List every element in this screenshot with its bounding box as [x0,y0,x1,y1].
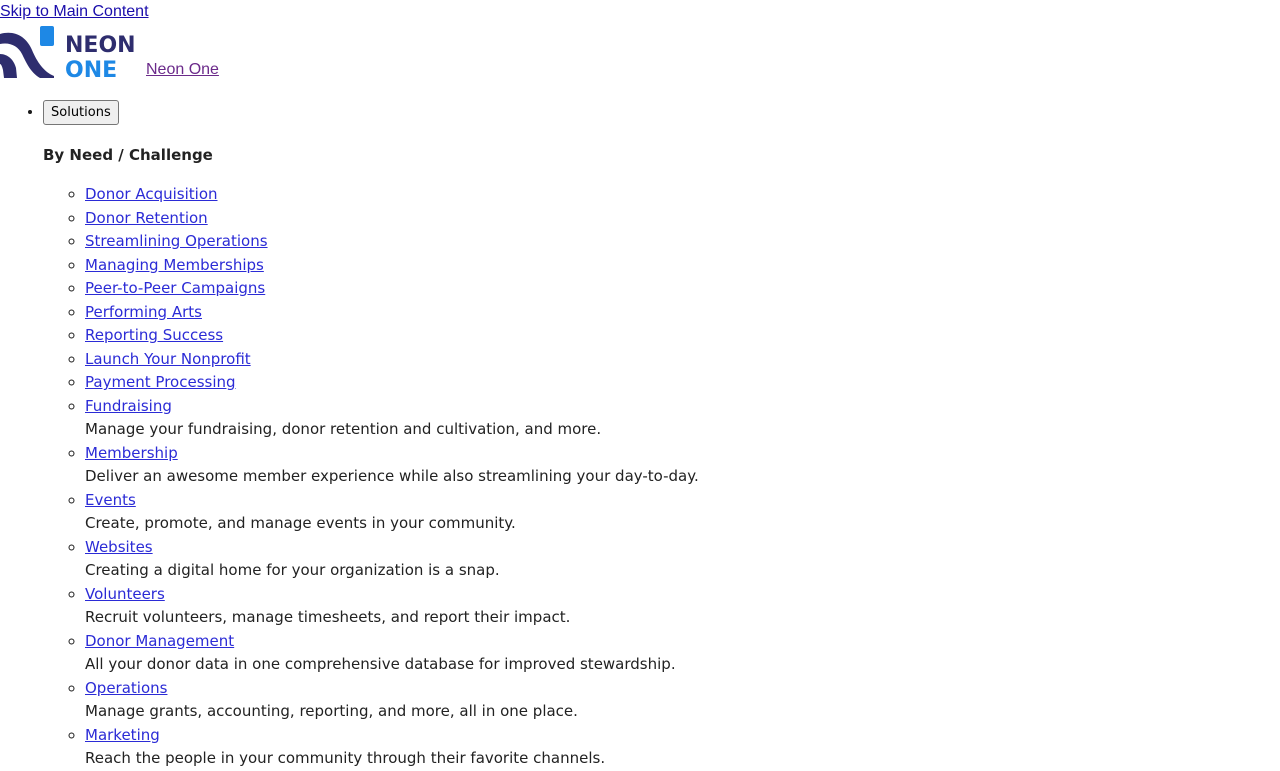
logo-word-one: ONE [65,58,117,80]
submenu-link[interactable]: Events [85,491,136,509]
submenu-item: Fundraising Manage your fundraising, dono… [85,395,699,442]
submenu-item: Events Create, promote, and manage events… [85,489,699,536]
submenu-item: Launch Your Nonprofit [85,348,699,372]
solutions-submenu: Donor Acquisition Donor Retention Streamli… [43,183,699,771]
neon-one-logo-icon: NEON ONE [0,26,136,80]
submenu-description: Deliver an awesome member experience whi… [85,467,699,485]
submenu-item: Operations Manage grants, accounting, rep… [85,677,699,724]
submenu-link[interactable]: Streamlining Operations [85,232,268,250]
site-logo[interactable]: NEON ONE Neon One [0,22,219,80]
submenu-item: Websites Creating a digital home for your… [85,536,699,583]
solutions-button[interactable]: Solutions [43,100,119,125]
submenu-link[interactable]: Donor Acquisition [85,185,218,203]
nav-item-solutions: Solutions By Need / Challenge Donor Acqu… [43,100,699,771]
submenu-item: Membership Deliver an awesome member expe… [85,442,699,489]
submenu-item: Donor Management All your donor data in o… [85,630,699,677]
submenu-link[interactable]: Performing Arts [85,303,202,321]
submenu-item: Donor Retention [85,207,699,231]
submenu-description: Manage your fundraising, donor retention… [85,420,602,438]
skip-to-main-link[interactable]: Skip to Main Content [0,2,149,22]
submenu-description: All your donor data in one comprehensive… [85,655,676,673]
home-link[interactable]: Neon One [146,60,219,80]
group-heading: By Need / Challenge [43,146,213,164]
submenu-item: Volunteers Recruit volunteers, manage tim… [85,583,699,630]
submenu-item: Managing Memberships [85,254,699,278]
submenu-item: Marketing Reach the people in your commun… [85,724,699,771]
logo-word-neon: NEON [65,33,136,58]
main-nav: Solutions By Need / Challenge Donor Acqu… [0,100,699,771]
submenu-link[interactable]: Fundraising [85,397,172,415]
submenu-link[interactable]: Marketing [85,726,160,744]
submenu-item: Peer-to-Peer Campaigns [85,277,699,301]
submenu-item: Payment Processing [85,371,699,395]
submenu-item: Reporting Success [85,324,699,348]
submenu-description: Create, promote, and manage events in yo… [85,514,516,532]
submenu-link[interactable]: Volunteers [85,585,165,603]
submenu-link[interactable]: Websites [85,538,153,556]
submenu-item: Donor Acquisition [85,183,699,207]
submenu-link[interactable]: Membership [85,444,178,462]
submenu-description: Manage grants, accounting, reporting, an… [85,702,578,720]
submenu-description: Creating a digital home for your organiz… [85,561,500,579]
submenu-link[interactable]: Donor Retention [85,209,208,227]
submenu-item: Streamlining Operations [85,230,699,254]
submenu-link[interactable]: Donor Management [85,632,234,650]
submenu-link[interactable]: Launch Your Nonprofit [85,350,251,368]
submenu-item: Performing Arts [85,301,699,325]
submenu-link[interactable]: Peer-to-Peer Campaigns [85,279,265,297]
submenu-description: Recruit volunteers, manage timesheets, a… [85,608,571,626]
submenu-link[interactable]: Payment Processing [85,373,236,391]
submenu-link[interactable]: Operations [85,679,167,697]
submenu-description: Reach the people in your community throu… [85,749,606,767]
submenu-link[interactable]: Managing Memberships [85,256,264,274]
submenu-link[interactable]: Reporting Success [85,326,223,344]
